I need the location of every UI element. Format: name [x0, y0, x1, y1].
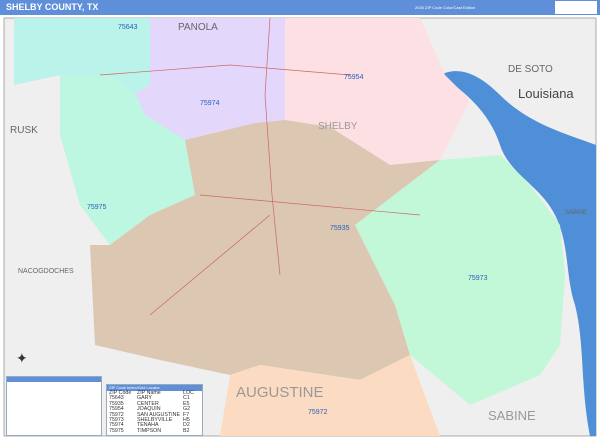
zip-label-75954: 75954: [344, 74, 364, 81]
zip-label-75974: 75974: [200, 100, 220, 107]
zip-table-cell: TIMPSON: [137, 427, 162, 434]
zip-label-75643: 75643: [118, 24, 138, 31]
county-label-sabine: SABINE: [488, 408, 536, 423]
header-bar: SHELBY COUNTY, TX 2026 ZIP Code Color/Ca…: [0, 0, 600, 15]
parish-label-de-soto: DE SOTO: [508, 64, 553, 75]
county-label-nacogdoches: NACOGDOCHES: [18, 268, 74, 275]
state-label-louisiana: Louisiana: [518, 86, 574, 101]
zip-table-cell: 75975: [109, 427, 124, 434]
county-label-panola: PANOLA: [178, 22, 218, 33]
county-label-rusk: RUSK: [10, 125, 38, 136]
compass-rose-icon: ✦: [16, 350, 28, 366]
zip-label-75972: 75972: [308, 409, 328, 416]
map-legend: [6, 376, 102, 436]
publisher-logo: [555, 1, 597, 14]
county-label-shelby: SHELBY: [318, 121, 358, 132]
zip-label-75973: 75973: [468, 275, 488, 282]
zip-label-75975: 75975: [87, 204, 107, 211]
map-title: SHELBY COUNTY, TX: [6, 2, 99, 12]
zip-index-table: ZIP Code Index/Grid Locator ZIP Code ZIP…: [106, 384, 203, 436]
zip-table-row: 75975 TIMPSON B2: [107, 427, 202, 434]
parish-label-sabine: SABINE: [565, 210, 588, 216]
edition-text: 2026 ZIP Code Color/Cast Edition: [415, 5, 476, 10]
zip-area-75974[interactable]: [135, 18, 285, 140]
county-label-san-augustine: AUGUSTINE: [236, 384, 324, 401]
zip-table-cell: B2: [183, 427, 190, 434]
zip-label-75935: 75935: [330, 225, 350, 232]
zip-code-map[interactable]: [0, 15, 600, 438]
